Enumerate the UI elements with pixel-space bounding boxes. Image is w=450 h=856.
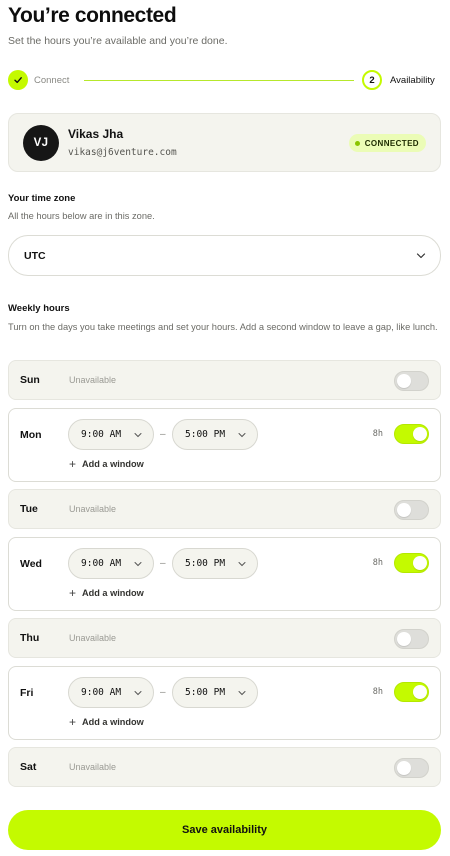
status-dot-icon [354,140,360,146]
time-range-dash: – [160,687,166,698]
timezone-label: Your time zone [8,193,76,204]
start-time-value: 9:00 AM [81,558,122,569]
start-time-value: 9:00 AM [81,429,122,440]
toggle-knob [397,374,411,388]
day-toggle-wed[interactable] [394,553,429,573]
time-range-dash: – [160,429,166,440]
weekly-hours-help: Turn on the days you take meetings and s… [8,322,438,332]
add-window-button[interactable]: + Add a window [69,457,144,471]
start-time-select[interactable]: 9:00 AM [68,677,154,708]
start-time-value: 9:00 AM [81,687,122,698]
day-name: Fri [20,687,34,699]
toggle-knob [397,761,411,775]
start-time-select[interactable]: 9:00 AM [68,419,154,450]
timezone-help: All the hours below are in this zone. [8,211,155,221]
page-subtitle: Set the hours you’re available and you’r… [8,35,228,47]
save-availability-button[interactable]: Save availability [8,810,441,850]
step-label-availability: Availability [390,75,435,86]
chevron-down-icon [238,691,246,696]
add-window-label: Add a window [82,717,144,727]
day-row-tue: Tue Unavailable [8,489,441,529]
avatar: VJ [23,125,59,161]
status-badge: CONNECTED [348,134,426,152]
toggle-knob [413,556,427,570]
end-time-value: 5:00 PM [185,429,226,440]
step-availability-number: 2 [362,70,382,90]
end-time-select[interactable]: 5:00 PM [172,677,258,708]
toggle-knob [413,685,427,699]
unavailable-text: Unavailable [69,375,117,385]
weekly-hours-label: Weekly hours [8,303,70,314]
toggle-knob [397,503,411,517]
start-time-select[interactable]: 9:00 AM [68,548,154,579]
step-connector [84,80,354,81]
total-hours: 8h [372,429,383,439]
toggle-knob [413,427,427,441]
unavailable-text: Unavailable [69,504,117,514]
chevron-down-icon [134,433,142,438]
chevron-down-icon [416,253,426,259]
add-window-label: Add a window [82,588,144,598]
add-window-label: Add a window [82,459,144,469]
add-window-button[interactable]: + Add a window [69,715,144,729]
day-toggle-sat[interactable] [394,758,429,778]
timezone-value: UTC [24,250,46,262]
unavailable-text: Unavailable [69,633,117,643]
chevron-down-icon [238,433,246,438]
account-name: Vikas Jha [68,127,124,141]
plus-icon: + [69,586,77,600]
chevron-down-icon [134,562,142,567]
chevron-down-icon [134,691,142,696]
day-name: Sun [20,374,40,386]
day-name: Thu [20,632,40,644]
plus-icon: + [69,457,77,471]
day-name: Mon [20,429,42,441]
day-toggle-tue[interactable] [394,500,429,520]
total-hours: 8h [372,558,383,568]
step-connect-complete [8,70,28,90]
end-time-select[interactable]: 5:00 PM [172,419,258,450]
day-toggle-fri[interactable] [394,682,429,702]
total-hours: 8h [372,687,383,697]
step-label-connect: Connect [34,75,70,86]
end-time-value: 5:00 PM [185,558,226,569]
end-time-select[interactable]: 5:00 PM [172,548,258,579]
day-row-thu: Thu Unavailable [8,618,441,658]
add-window-button[interactable]: + Add a window [69,586,144,600]
day-row-wed: Wed 9:00 AM – 5:00 PM 8h + Add a window [8,537,441,611]
day-name: Tue [20,503,38,515]
day-row-sat: Sat Unavailable [8,747,441,787]
day-row-sun: Sun Unavailable [8,360,441,400]
connected-account-card: VJ Vikas Jha vikas@j6venture.com CONNECT… [8,113,441,172]
toggle-knob [397,632,411,646]
day-row-mon: Mon 9:00 AM – 5:00 PM 8h + Add a window [8,408,441,482]
unavailable-text: Unavailable [69,762,117,772]
chevron-down-icon [238,562,246,567]
day-name: Wed [20,558,42,570]
page-title: You’re connected [8,4,177,27]
day-row-fri: Fri 9:00 AM – 5:00 PM 8h + Add a window [8,666,441,740]
day-name: Sat [20,761,37,773]
timezone-select[interactable]: UTC [8,235,441,276]
account-email: vikas@j6venture.com [68,147,177,158]
end-time-value: 5:00 PM [185,687,226,698]
plus-icon: + [69,715,77,729]
progress-stepper: Connect 2 Availability [8,70,442,92]
check-icon [14,77,22,84]
day-toggle-sun[interactable] [394,371,429,391]
day-toggle-thu[interactable] [394,629,429,649]
status-badge-label: CONNECTED [364,138,419,148]
day-toggle-mon[interactable] [394,424,429,444]
time-range-dash: – [160,558,166,569]
